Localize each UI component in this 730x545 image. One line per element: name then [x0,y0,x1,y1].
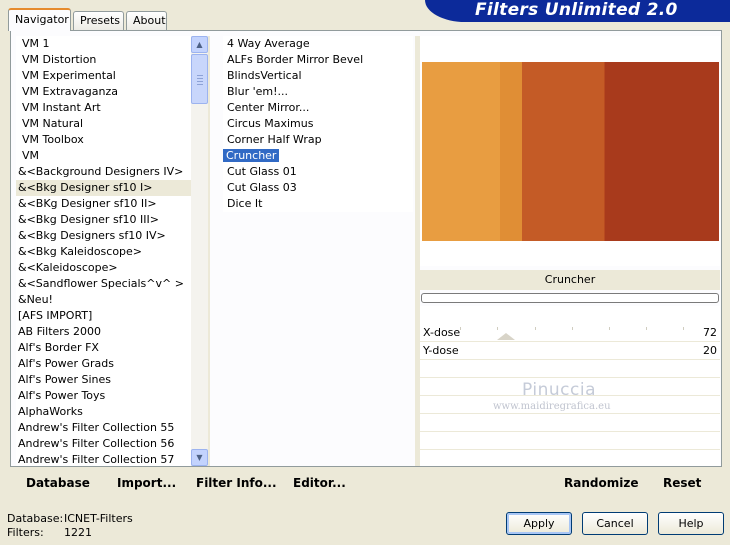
status-panel: Database:ICNET-Filters Filters: 1221 [7,512,133,540]
filter-item-label: 4 Way Average [227,37,310,50]
category-item[interactable]: VM 1 [16,36,191,52]
param-y-dose[interactable]: Y-dose 20 [420,342,720,360]
filters-count-label: Filters: [7,526,44,539]
filter-item[interactable]: ALFs Border Mirror Bevel [223,52,413,68]
filter-name-label: Cruncher [420,270,720,290]
filter-item-label: Dice It [227,197,263,210]
category-item[interactable]: VM Extravaganza [16,84,191,100]
preview-stripe [522,62,604,241]
column-divider [208,36,210,466]
filter-list[interactable]: 4 Way Average ALFs Border Mirror Bevel Bli… [223,36,413,212]
param-value: 20 [703,344,717,357]
filter-item-label: Cruncher [223,149,280,162]
slider-marker-icon[interactable] [497,333,515,340]
preview-stripe [422,62,500,241]
database-label: Database: [7,512,64,525]
category-item[interactable]: VM Instant Art [16,100,191,116]
category-item[interactable]: VM Experimental [16,68,191,84]
tab-navigator[interactable]: Navigator [8,8,71,31]
filter-item[interactable]: Corner Half Wrap [223,132,413,148]
progress-bar [421,293,719,303]
category-item[interactable]: &<Background Designers IV> [16,164,191,180]
param-label: X-dose [423,326,461,339]
param-empty [420,450,720,468]
category-list[interactable]: VM 1 VM Distortion VM Experimental VM Extra… [16,36,191,466]
category-item[interactable]: Alf's Power Sines [16,372,191,388]
preview-stripe [605,62,719,241]
reset-button[interactable]: Reset [663,476,701,490]
category-item[interactable]: AB Filters 2000 [16,324,191,340]
param-empty [420,432,720,450]
category-item[interactable]: [AFS IMPORT] [16,308,191,324]
tab-about[interactable]: About [126,11,167,30]
filter-item-label: BlindsVertical [227,69,302,82]
filter-info-button[interactable]: Filter Info... [196,476,277,490]
filter-item[interactable]: Cruncher [223,148,413,164]
watermark-name: Pinuccia [522,380,596,400]
category-item[interactable]: Andrew's Filter Collection 57 [16,452,191,466]
tab-presets[interactable]: Presets [73,11,124,30]
category-item[interactable]: VM Natural [16,116,191,132]
filter-item[interactable]: Center Mirror... [223,100,413,116]
filter-item[interactable]: BlindsVertical [223,68,413,84]
category-item[interactable]: &<Kaleidoscope> [16,260,191,276]
banner-title: Filters Unlimited 2.0 [475,0,678,20]
category-item[interactable]: Alf's Border FX [16,340,191,356]
param-value: 72 [703,326,717,339]
filter-item-label: Cut Glass 01 [227,165,297,178]
scroll-down-icon[interactable]: ▼ [191,449,208,466]
category-item[interactable]: VM Toolbox [16,132,191,148]
scroll-thumb[interactable] [191,54,208,104]
database-value: ICNET-Filters [64,512,133,525]
filter-item[interactable]: 4 Way Average [223,36,413,52]
category-scrollbar[interactable]: ▲ ▼ [191,36,208,466]
filter-item[interactable]: Dice It [223,196,413,212]
category-item[interactable]: &<Bkg Designer sf10 I> [16,180,191,196]
filter-item-label: Corner Half Wrap [227,133,322,146]
preview-stripe [500,62,522,241]
category-item[interactable]: &<Bkg Kaleidoscope> [16,244,191,260]
watermark-url: www.maidiregrafica.eu [493,401,611,412]
category-item[interactable]: &<Bkg Designer sf10 III> [16,212,191,228]
param-empty [420,414,720,432]
category-item[interactable]: Alf's Power Grads [16,356,191,372]
database-button[interactable]: Database [26,476,90,490]
filter-item-label: Circus Maximus [227,117,314,130]
category-item[interactable]: Alf's Power Toys [16,388,191,404]
param-label: Y-dose [423,344,459,357]
category-item[interactable]: Andrew's Filter Collection 55 [16,420,191,436]
filter-item[interactable]: Circus Maximus [223,116,413,132]
filter-item-label: Blur 'em!... [227,85,288,98]
randomize-button[interactable]: Randomize [564,476,638,490]
filter-item[interactable]: Cut Glass 01 [223,164,413,180]
category-item[interactable]: &<BKg Designer sf10 II> [16,196,191,212]
category-item[interactable]: &<Bkg Designers sf10 IV> [16,228,191,244]
cancel-button[interactable]: Cancel [582,512,648,535]
category-item[interactable]: VM Distortion [16,52,191,68]
filter-item-label: ALFs Border Mirror Bevel [227,53,364,66]
category-item[interactable]: AlphaWorks [16,404,191,420]
param-empty [420,360,720,378]
apply-button[interactable]: Apply [506,512,572,535]
editor-button[interactable]: Editor... [293,476,346,490]
import-button[interactable]: Import... [117,476,176,490]
filters-count-value: 1221 [64,526,92,539]
category-item[interactable]: VM [16,148,191,164]
filter-item[interactable]: Blur 'em!... [223,84,413,100]
preview-image [422,62,719,241]
filter-item-label: Center Mirror... [227,101,310,114]
category-item[interactable]: &Neu! [16,292,191,308]
param-x-dose[interactable]: X-dose 72 [420,324,720,342]
category-item[interactable]: Andrew's Filter Collection 56 [16,436,191,452]
help-button[interactable]: Help [658,512,724,535]
filter-item[interactable]: Cut Glass 03 [223,180,413,196]
category-item[interactable]: &<Sandflower Specials^v^ > [16,276,191,292]
filter-item-label: Cut Glass 03 [227,181,297,194]
scroll-up-icon[interactable]: ▲ [191,36,208,53]
